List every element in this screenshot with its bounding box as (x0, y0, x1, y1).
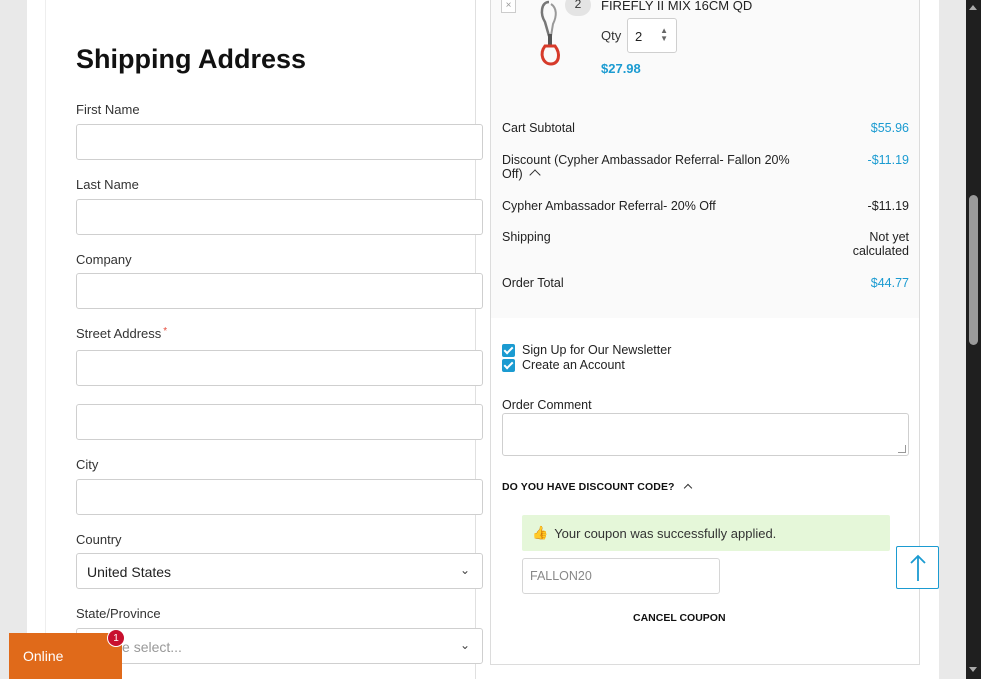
cart-items-area: × 2 FIREFLY II MIX 16CM QD Qty 2 ▲ ▼ $27.… (491, 0, 919, 318)
create-account-label: Create an Account (522, 358, 625, 372)
referral-label: Cypher Ambassador Referral- 20% Off (502, 199, 716, 213)
last-name-label: Last Name (76, 177, 139, 192)
country-select[interactable]: United States ⌄ (76, 553, 483, 589)
chevron-down-icon: ⌄ (459, 563, 470, 577)
scroll-down-icon[interactable] (969, 667, 977, 672)
city-label: City (76, 457, 99, 472)
first-name-input[interactable] (76, 124, 483, 160)
chat-online-label: Online (23, 648, 64, 664)
arrow-up-icon (909, 554, 926, 581)
create-account-checkbox-row[interactable]: Create an Account (502, 358, 625, 372)
country-label: Country (76, 532, 122, 547)
scroll-up-icon[interactable] (969, 5, 977, 10)
qty-label: Qty (601, 28, 622, 43)
quantity-value: 2 (635, 29, 643, 44)
coupon-code-value: FALLON20 (530, 569, 592, 583)
order-total-value: $44.77 (870, 276, 909, 290)
subtotal-label: Cart Subtotal (502, 121, 575, 135)
item-quantity-badge: 2 (565, 0, 591, 16)
checkout-page: Shipping Address First Name Last Name Co… (27, 0, 939, 679)
first-name-label: First Name (76, 102, 140, 117)
street-address-label: Street Address * (76, 326, 168, 341)
street-address-line1-input[interactable] (76, 350, 483, 386)
resize-grip-icon[interactable] (898, 445, 906, 453)
page-title: Shipping Address (76, 44, 307, 74)
shipping-value: Not yet calculated (852, 230, 909, 258)
order-comment-textarea[interactable] (502, 413, 909, 456)
product-name: FIREFLY II MIX 16CM QD (601, 0, 753, 13)
spinner-arrows-icon[interactable]: ▲ ▼ (660, 27, 668, 43)
chevron-up-icon (683, 483, 692, 493)
order-summary: × 2 FIREFLY II MIX 16CM QD Qty 2 ▲ ▼ $27.… (490, 0, 920, 665)
subtotal-value: $55.96 (870, 121, 909, 135)
order-comment-label: Order Comment (502, 398, 592, 412)
product-price: $27.98 (601, 61, 641, 76)
back-to-top-button[interactable] (896, 546, 939, 589)
company-input[interactable] (76, 273, 483, 309)
chevron-up-icon (528, 169, 541, 181)
country-selected-value: United States (87, 564, 172, 580)
shipping-label: Shipping (502, 230, 551, 244)
required-mark: * (163, 326, 168, 337)
page-scrollbar[interactable] (966, 0, 981, 679)
street-address-line2-input[interactable] (76, 404, 483, 440)
chevron-down-icon: ⌄ (459, 638, 470, 652)
chat-notification-badge: 1 (107, 629, 125, 647)
thumbs-up-icon: 👍 (532, 525, 549, 540)
coupon-success-text: Your coupon was successfully applied. (554, 525, 777, 541)
state-label: State/Province (76, 606, 161, 621)
coupon-code-input[interactable]: FALLON20 (522, 558, 720, 594)
remove-item-icon[interactable]: × (501, 0, 516, 13)
company-label: Company (76, 252, 132, 267)
create-account-checkbox[interactable] (502, 358, 515, 372)
shipping-address-form: Shipping Address First Name Last Name Co… (45, 0, 483, 679)
quantity-stepper[interactable]: 2 ▲ ▼ (627, 18, 677, 53)
coupon-success-message: 👍 Your coupon was successfully applied. (522, 515, 890, 551)
newsletter-label: Sign Up for Our Newsletter (522, 343, 672, 357)
discount-label: Discount (Cypher Ambassador Referral- Fa… (502, 153, 790, 181)
newsletter-checkbox[interactable] (502, 343, 515, 357)
cancel-coupon-button[interactable]: CANCEL COUPON (633, 612, 726, 624)
discount-code-heading: DO YOU HAVE DISCOUNT CODE? (502, 481, 675, 493)
scroll-thumb[interactable] (969, 195, 978, 345)
discount-value: -$11.19 (867, 153, 909, 167)
referral-value: -$11.19 (867, 199, 909, 213)
state-select[interactable]: Please select... ⌄ (76, 628, 483, 664)
newsletter-checkbox-row[interactable]: Sign Up for Our Newsletter (502, 343, 671, 357)
city-input[interactable] (76, 479, 483, 515)
chat-online-tab[interactable]: Online (9, 633, 122, 679)
order-total-label: Order Total (502, 276, 564, 290)
discount-code-toggle[interactable]: DO YOU HAVE DISCOUNT CODE? (502, 481, 692, 493)
discount-toggle[interactable]: Discount (Cypher Ambassador Referral- Fa… (502, 153, 802, 181)
last-name-input[interactable] (76, 199, 483, 235)
